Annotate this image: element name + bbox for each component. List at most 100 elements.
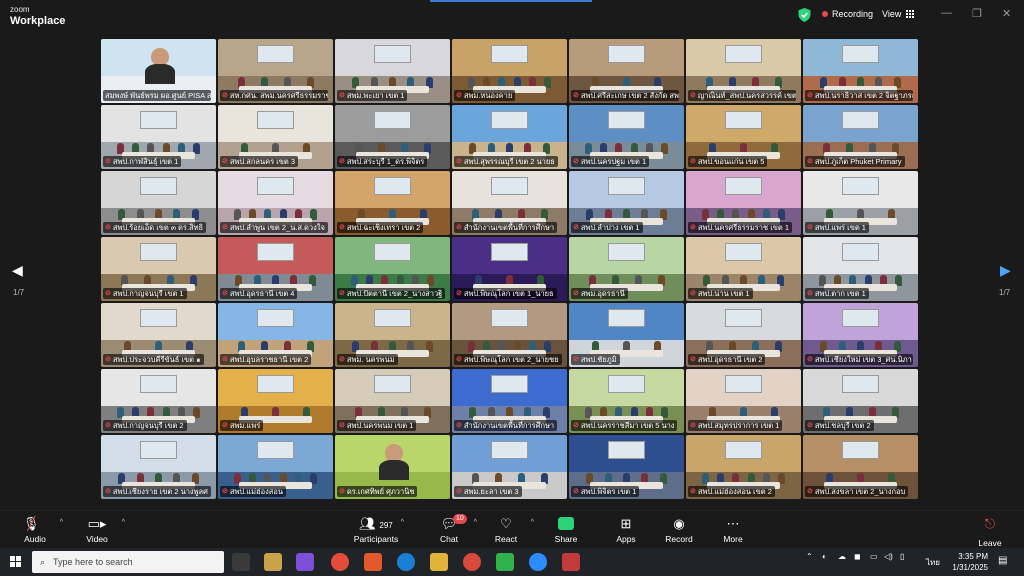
video-tile[interactable]: ⊘ สพป.พิษณุโลก เขต 2_นายชย: [452, 303, 567, 367]
video-tile[interactable]: ⊘ สพป.สุพรรณบุรี เขต 2 นายธ: [452, 105, 567, 169]
audio-caret-icon[interactable]: ^: [60, 519, 63, 526]
video-tile[interactable]: ⊘ สำนักงานเขตพื้นที่การศึกษา: [452, 171, 567, 235]
video-tile[interactable]: ⊘ ดร.เกศทิพย์ ศุภวานิช: [335, 435, 450, 499]
video-button[interactable]: ▭▸ Video ^: [67, 515, 127, 544]
video-tile[interactable]: ⊘ สพป.แม่ฮ่องสอน: [218, 435, 333, 499]
video-tile[interactable]: ⊘ สพป.กาญจนบุรี เขต 2: [101, 369, 216, 433]
tray-cloud-icon[interactable]: ☁: [838, 552, 846, 561]
leave-button[interactable]: ⎋ Leave: [970, 515, 1010, 551]
task-view-icon[interactable]: [232, 553, 250, 571]
video-tile[interactable]: ⊘ สพป.สระบุรี 1_ดร.พิจิตร: [335, 105, 450, 169]
chrome-icon[interactable]: [331, 553, 349, 571]
video-tile[interactable]: ⊘ สพป.ลำปาง เขต 1: [569, 171, 684, 235]
tray-volume-icon[interactable]: ◁): [884, 552, 893, 561]
next-page-arrow-icon[interactable]: ▶: [1000, 262, 1011, 279]
chat-button[interactable]: 💬︎ 10 Chat ^: [419, 514, 479, 544]
video-tile[interactable]: ⊘ สพม.หนองคาย: [452, 39, 567, 103]
video-tile[interactable]: ⊘ สพม.แพร่: [218, 369, 333, 433]
video-tile[interactable]: ⊘ สพป.เชียงใหม่ เขต 3_ศน.นิภา: [803, 303, 918, 367]
react-button[interactable]: ♡ React ^: [476, 515, 536, 544]
widgets-icon[interactable]: [264, 553, 282, 571]
video-tile[interactable]: ⊘ สพป.ประจวบคีรีขันธ์ เขต ๑: [101, 303, 216, 367]
restore-icon[interactable]: ❐: [972, 7, 982, 20]
copilot-icon[interactable]: [296, 553, 314, 571]
active-app-icon[interactable]: [562, 553, 580, 571]
video-tile[interactable]: ⊘ สพป.นครปฐม เขต 1: [569, 105, 684, 169]
video-tile[interactable]: ⊘ สพป.ฉะเชิงเทรา เขต 2: [335, 171, 450, 235]
video-tile[interactable]: ⊘ สพป.ตาก เขต 1: [803, 237, 918, 301]
video-tile[interactable]: ⊘ สพป.อุบลราชธานี เขต 2: [218, 303, 333, 367]
share-screen-icon: [536, 515, 596, 533]
close-icon[interactable]: ✕: [1002, 7, 1011, 20]
video-tile[interactable]: ⊘ สพป.ชลบุรี เขต 2: [803, 369, 918, 433]
share-button[interactable]: Share: [536, 515, 596, 544]
taskbar-search-input[interactable]: ⌕ Type here to search: [32, 551, 224, 573]
tray-network-icon[interactable]: ▭: [870, 552, 878, 561]
video-tile[interactable]: ⊘ สพม. นครพนม: [335, 303, 450, 367]
video-tile[interactable]: สมพงษ์ พันธ์พรม ผอ.ศูนย์ PISA สพฐ.: [101, 39, 216, 103]
line-app-icon[interactable]: [496, 553, 514, 571]
video-tile[interactable]: ⊘ สพป.นครพนม เขต 1: [335, 369, 450, 433]
file-explorer-icon[interactable]: [430, 553, 448, 571]
notification-icon[interactable]: ▤: [998, 555, 1007, 566]
video-tile[interactable]: ⊘ สพป.ร้อยเอ็ด เขต ๓ ดร.สิทธิ: [101, 171, 216, 235]
video-tile[interactable]: ⊘ สห.กศน. สพม.นครศรีธรรมราช: [218, 39, 333, 103]
video-tile[interactable]: ⊘ สพป.อุดรธานี เขต 4: [218, 237, 333, 301]
record-button[interactable]: ◉ Record: [649, 515, 709, 544]
video-tile[interactable]: ⊘ สำนักงานเขตพื้นที่การศึกษา: [452, 369, 567, 433]
room-screen: [374, 45, 411, 64]
tray-battery-icon[interactable]: ▯: [900, 552, 904, 561]
apps-button[interactable]: ⊞ Apps: [596, 515, 656, 544]
more-button[interactable]: ⋯ More: [703, 515, 763, 544]
video-tile[interactable]: ⊘ สพป.พิจิตร เขต 1: [569, 435, 684, 499]
edge-icon[interactable]: [397, 553, 415, 571]
video-tile[interactable]: ⊘ สพป.สกลนคร เขต 3: [218, 105, 333, 169]
language-indicator[interactable]: ไทย: [926, 556, 940, 569]
video-tile[interactable]: ⊘ สพป.ชัยภูมิ: [569, 303, 684, 367]
video-tile[interactable]: ⊘ สพป.นครราชสีมา เขต 5 นาง: [569, 369, 684, 433]
react-caret-icon[interactable]: ^: [531, 519, 534, 526]
video-tile[interactable]: ⊘ สพม.ยะลา เขต 3: [452, 435, 567, 499]
tray-shield-icon[interactable]: ◼: [854, 552, 861, 561]
chrome-profile-icon[interactable]: [463, 553, 481, 571]
video-tile[interactable]: ⊘ สพป.น่าน เขต 1: [686, 237, 801, 301]
video-tile[interactable]: ⊘ สพป.เชียงราย เขต 2 นางพูลศ: [101, 435, 216, 499]
recording-indicator[interactable]: Recording: [822, 9, 873, 19]
video-tile[interactable]: ⊘ สพป.อุดรธานี เขต 2: [686, 303, 801, 367]
meeting-toolbar: 🎙︎╱ Audio ^ ▭▸ Video ^ 👥︎ 297 Participan…: [0, 510, 1024, 548]
video-tile[interactable]: ⊘ สพป.ลำพูน เขต 2_น.ส.ดวงใจ: [218, 171, 333, 235]
video-tile[interactable]: ⊘ สพป.กาฬสินธุ์ เขต 1: [101, 105, 216, 169]
windows-start-icon[interactable]: [10, 556, 21, 567]
participant-name: ดร.เกศทิพย์ ศุภวานิช: [346, 487, 415, 496]
prev-page-arrow-icon[interactable]: ◀: [12, 262, 23, 279]
video-tile[interactable]: ⊘ สพป.แม่ฮ่องสอน เขต 2: [686, 435, 801, 499]
video-tile[interactable]: ⊘ สพป.พิษณุโลก เขต 1_นายธ: [452, 237, 567, 301]
zoom-app-icon[interactable]: [529, 553, 547, 571]
video-tile[interactable]: ⊘ สพป.กาญจนบุรี เขต 1: [101, 237, 216, 301]
shield-check-icon[interactable]: [798, 8, 811, 22]
video-tile[interactable]: ⊘ สพป.สมุทรปราการ เขต 1: [686, 369, 801, 433]
video-tile[interactable]: ⊘ สพป.ศรีสะเกษ เขต 2 สังกัด สพฐ.: [569, 39, 684, 103]
video-tile[interactable]: ⊘ สพป.นราธิวาส เขต 2 จิตฐาภรณ์: [803, 39, 918, 103]
participant-name: สพป.นครพนม เขต 1: [346, 421, 414, 430]
taskbar-clock[interactable]: 3:35 PM 1/31/2025: [952, 551, 988, 573]
video-tile[interactable]: ⊘ ญาณินท์_สพป.นครสวรรค์ เขต 1: [686, 39, 801, 103]
participants-caret-icon[interactable]: ^: [401, 519, 404, 526]
video-tile[interactable]: ⊘ สพป.ปัตตานี เขต 2_นางสาวฐิ: [335, 237, 450, 301]
tray-app-icon[interactable]: ◐: [822, 552, 827, 561]
tray-chevron-icon[interactable]: ⌃: [806, 552, 813, 561]
video-tile[interactable]: ⊘ สพป.สงขลา เขต 2_นางกอบ: [803, 435, 918, 499]
video-tile[interactable]: ⊘ สพป.นครศรีธรรมราช เขต 1: [686, 171, 801, 235]
video-tile[interactable]: ⊘ สพม.อุดรธานี: [569, 237, 684, 301]
participant-name-label: ⊘ สพป.อุบลราชธานี เขต 2: [220, 354, 312, 365]
video-caret-icon[interactable]: ^: [122, 519, 125, 526]
video-tile[interactable]: ⊘ สพม.พะเยา เขต 1: [335, 39, 450, 103]
video-tile[interactable]: ⊘ สพป.ขอนแก่น เขต 5: [686, 105, 801, 169]
participants-button[interactable]: 👥︎ 297 Participants ^: [346, 515, 406, 544]
video-tile[interactable]: ⊘ สพป.ภูเก็ต Phuket Primary: [803, 105, 918, 169]
view-button[interactable]: View: [882, 9, 915, 19]
audio-button[interactable]: 🎙︎╱ Audio ^: [5, 515, 65, 544]
minimize-icon[interactable]: —: [941, 7, 952, 19]
video-tile[interactable]: ⊘ สพป.แพร่ เขต 1: [803, 171, 918, 235]
powerpoint-icon[interactable]: [364, 553, 382, 571]
